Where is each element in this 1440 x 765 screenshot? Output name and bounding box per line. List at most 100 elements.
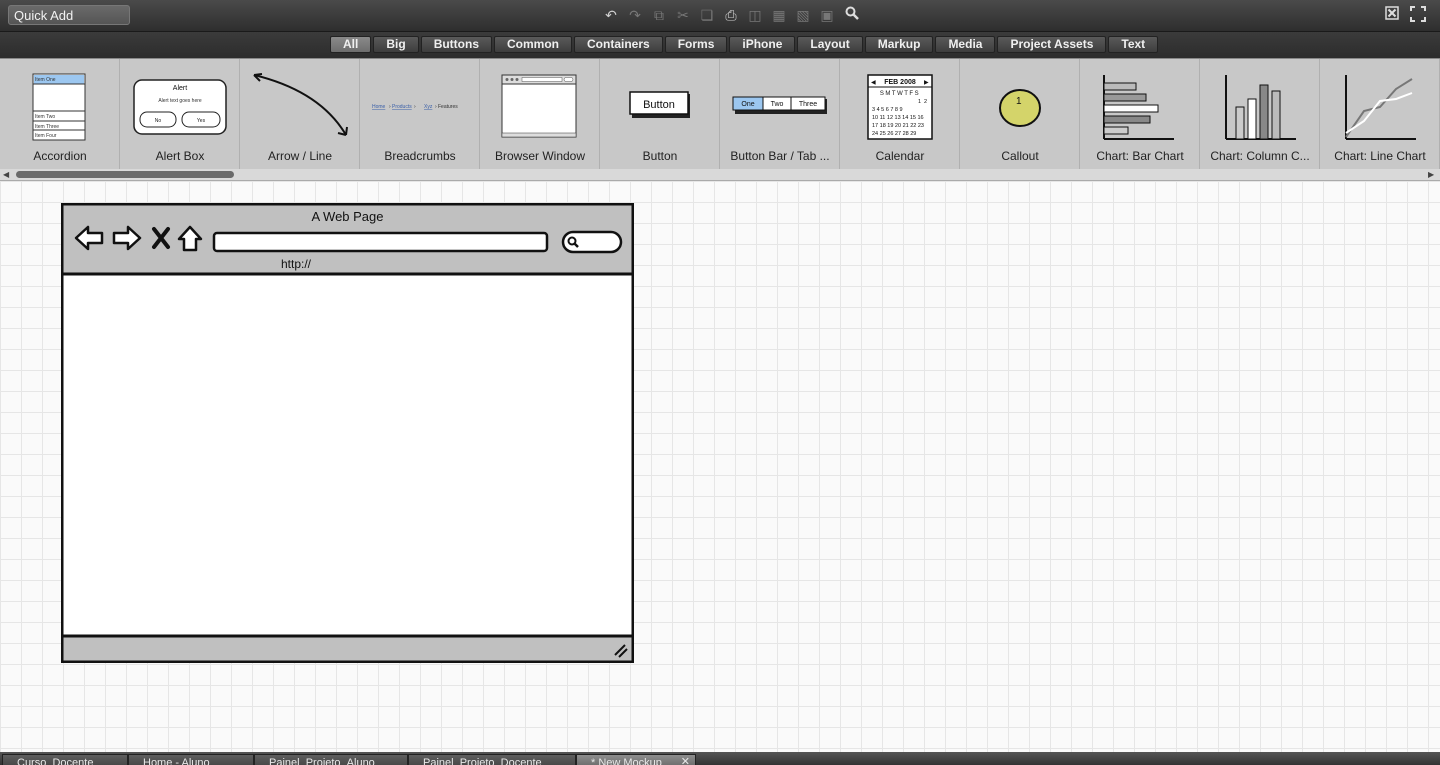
library-item-label: Alert Box	[155, 149, 205, 163]
svg-text:10 11 12 13 14 15 16: 10 11 12 13 14 15 16	[872, 115, 924, 121]
category-tab-common[interactable]: Common	[494, 36, 573, 53]
button-thumbnail-text: Button	[643, 99, 675, 111]
tab-painel-projeto-docente[interactable]: Painel_Projeto_Docente	[408, 754, 576, 765]
browser-window-mockup[interactable]: A Web Page http://	[61, 203, 634, 663]
alert-text: Alert text goes here	[158, 98, 202, 104]
tab-home-aluno[interactable]: Home - Aluno	[128, 754, 254, 765]
crumb-products: Products	[392, 104, 412, 110]
alert-yes: Yes	[197, 118, 206, 124]
crumb-features: Features	[438, 104, 458, 110]
mockup-tabs-bar: Curso_Docente Home - Aluno Painel_Projet…	[0, 752, 1440, 765]
library-item-label: Browser Window	[494, 149, 586, 163]
category-tab-markup[interactable]: Markup	[864, 36, 934, 53]
category-tab-iphone[interactable]: iPhone	[729, 36, 796, 53]
category-tab-big[interactable]: Big	[373, 36, 419, 53]
library-item-button[interactable]: Button Button	[600, 59, 720, 169]
library-item-button-bar[interactable]: One Two Three Button Bar / Tab ...	[720, 59, 840, 169]
bar-chart-thumbnail	[1103, 75, 1174, 140]
calendar-thumbnail: ◀ FEB 2008 ▶ SMTWTFS 12 3 4 5 6 7 8 9 10…	[867, 74, 933, 140]
redo-icon[interactable]: ↷	[626, 6, 644, 24]
search-icon[interactable]	[843, 6, 861, 24]
library-item-label: Chart: Column C...	[1210, 149, 1310, 163]
category-tab-text[interactable]: Text	[1108, 36, 1159, 53]
library-item-label: Chart: Bar Chart	[1096, 149, 1184, 163]
library-item-column-chart[interactable]: Chart: Column C...	[1200, 59, 1320, 169]
library-item-callout[interactable]: 1 Callout	[960, 59, 1080, 169]
paste-icon[interactable]: ⎙	[722, 6, 740, 24]
library-item-label: Button Bar / Tab ...	[730, 149, 830, 163]
library-item-label: Button	[642, 149, 678, 163]
category-tab-project-assets[interactable]: Project Assets	[997, 36, 1107, 53]
duplicate-icon[interactable]: ⧉	[650, 6, 668, 24]
button-thumbnail: Button	[629, 91, 690, 118]
library-item-accordion[interactable]: Item One Item Two Item Three Item Four A…	[0, 59, 120, 169]
library-item-browser-window[interactable]: Browser Window	[480, 59, 600, 169]
library-item-label: Accordion	[33, 149, 87, 163]
copy-icon[interactable]: ❏	[698, 6, 716, 24]
category-tab-layout[interactable]: Layout	[797, 36, 863, 53]
quick-add-input[interactable]: Quick Add	[8, 5, 130, 25]
close-tab-icon[interactable]: ✕	[681, 755, 690, 765]
tab-new-mockup[interactable]: * New Mockup ✕	[576, 754, 696, 765]
ungroup-icon[interactable]: ▧	[794, 6, 812, 24]
breadcrumbs-thumbnail: Home › Products › Xyz › Features	[372, 104, 458, 110]
segment-three: Three	[799, 101, 817, 108]
cut-icon[interactable]: ✂	[674, 6, 692, 24]
callout-number: 1	[1016, 96, 1022, 107]
calendar-month: FEB 2008	[884, 79, 916, 86]
alert-box-thumbnail: Alert Alert text goes here No Yes	[133, 79, 227, 135]
mockup-page-title: A Web Page	[311, 209, 384, 224]
lock-icon[interactable]: ▣	[818, 6, 836, 24]
arrow-line-thumbnail	[253, 73, 348, 136]
alert-no: No	[155, 118, 162, 124]
close-window-icon[interactable]	[1383, 6, 1401, 24]
svg-text:›: ›	[435, 104, 437, 110]
crumb-home: Home	[372, 104, 386, 110]
svg-text:24 25 26 27 28 29: 24 25 26 27 28 29	[872, 131, 916, 137]
svg-text:▶: ▶	[924, 80, 929, 86]
segment-one: One	[741, 101, 754, 108]
library-item-calendar[interactable]: ◀ FEB 2008 ▶ SMTWTFS 12 3 4 5 6 7 8 9 10…	[840, 59, 960, 169]
browser-window-thumbnail	[501, 74, 577, 138]
library-scrollbar[interactable]: ◀ ▶	[0, 169, 1440, 181]
accordion-item-3: Item Three	[35, 124, 59, 130]
svg-text:2: 2	[924, 99, 927, 105]
column-chart-thumbnail	[1225, 75, 1296, 140]
library-item-label: Chart: Line Chart	[1334, 149, 1426, 163]
category-tab-all[interactable]: All	[330, 36, 372, 53]
scrollbar-thumb[interactable]	[16, 171, 234, 178]
mockup-canvas[interactable]: A Web Page http://	[0, 181, 1440, 752]
accordion-item-1: Item One	[35, 77, 56, 83]
tab-curso-docente[interactable]: Curso_Docente	[2, 754, 128, 765]
fullscreen-icon[interactable]	[1409, 6, 1427, 24]
library-item-breadcrumbs[interactable]: Home › Products › Xyz › Features Breadcr…	[360, 59, 480, 169]
svg-text:17 18 19 20 21 22 23: 17 18 19 20 21 22 23	[872, 123, 924, 129]
library-item-bar-chart[interactable]: Chart: Bar Chart	[1080, 59, 1200, 169]
button-bar-thumbnail: One Two Three	[732, 96, 827, 114]
scroll-right-icon[interactable]: ▶	[1428, 169, 1434, 180]
svg-text:◀: ◀	[871, 80, 876, 86]
category-tab-media[interactable]: Media	[935, 36, 996, 53]
library-item-alert-box[interactable]: Alert Alert text goes here No Yes Alert …	[120, 59, 240, 169]
category-tab-containers[interactable]: Containers	[574, 36, 663, 53]
category-tab-buttons[interactable]: Buttons	[420, 36, 493, 53]
calendar-weekdays: SMTWTFS	[880, 91, 920, 97]
svg-text:›: ›	[414, 104, 416, 110]
top-toolbar: Quick Add ↶ ↷ ⧉ ✂ ❏ ⎙ ◫ ▦ ▧ ▣	[0, 0, 1440, 32]
category-tab-forms[interactable]: Forms	[664, 36, 728, 53]
group-icon[interactable]: ▦	[770, 6, 788, 24]
line-chart-thumbnail	[1345, 75, 1416, 140]
scroll-left-icon[interactable]: ◀	[3, 169, 9, 180]
tab-painel-projeto-aluno[interactable]: Painel_Projeto_Aluno	[254, 754, 408, 765]
category-tabs: All Big Buttons Common Containers Forms iPhone…	[330, 36, 1160, 53]
library-item-line-chart[interactable]: Chart: Line Chart	[1320, 59, 1440, 169]
delete-icon[interactable]: ◫	[746, 6, 764, 24]
accordion-item-2: Item Two	[35, 114, 55, 120]
library-item-arrow-line[interactable]: Arrow / Line	[240, 59, 360, 169]
tab-label: * New Mockup	[591, 757, 662, 765]
accordion-thumbnail: Item One Item Two Item Three Item Four	[32, 73, 86, 141]
ui-library-strip: Item One Item Two Item Three Item Four A…	[0, 58, 1440, 170]
callout-thumbnail: 1	[999, 89, 1041, 127]
svg-text:1: 1	[918, 99, 921, 105]
undo-icon[interactable]: ↶	[602, 6, 620, 24]
